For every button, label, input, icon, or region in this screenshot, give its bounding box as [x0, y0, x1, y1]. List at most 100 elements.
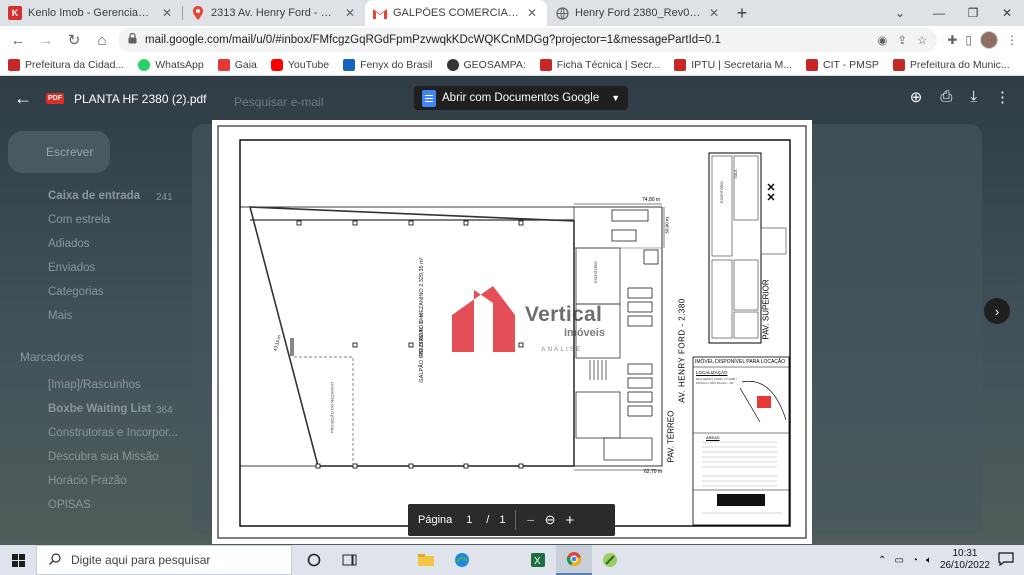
back-button[interactable]: ← [6, 28, 30, 52]
zoom-reset-icon[interactable]: ⊖ [545, 512, 556, 528]
bookmark-item[interactable]: Prefeitura da Cidad... [8, 58, 124, 71]
extensions-icon[interactable]: ✚ [947, 33, 957, 47]
forward-button[interactable]: → [34, 28, 58, 52]
edge-icon[interactable] [444, 545, 480, 575]
tab-title: Kenlo Imob - Gerenciamento Adi [28, 7, 154, 19]
sidebar-item-more: Mais [48, 310, 73, 322]
bookmark-item[interactable]: Prefeitura do Munic... [892, 58, 1010, 71]
window-close-button[interactable]: ✕ [990, 0, 1024, 26]
upper-room-label: SALA [734, 169, 738, 179]
tab-search-icon[interactable]: ⌄ [888, 0, 912, 26]
label-item: Boxbe Waiting List [48, 403, 152, 415]
close-icon[interactable]: ✕ [343, 6, 357, 20]
close-icon[interactable]: ✕ [160, 6, 174, 20]
network-icon[interactable]: ◔ [912, 555, 918, 566]
mezzanine-label: PROJEÇÃO DO MEZANINO [329, 381, 335, 434]
battery-icon[interactable]: ▭ [894, 555, 903, 566]
print-icon[interactable]: ⎙ [940, 88, 952, 106]
taskbar-apps: X [296, 545, 628, 575]
url-text: mail.google.com/mail/u/0/#inbox/FMfcgzGq… [145, 34, 721, 46]
upper-floor-label: PAV. SUPERIOR [761, 279, 771, 340]
browser-tab[interactable]: K Kenlo Imob - Gerenciamento Adi ✕ [0, 0, 182, 26]
browser-tab[interactable]: Henry Ford 2380_Rev00.cdr ✕ [547, 0, 729, 26]
windows-logo-icon [11, 553, 25, 567]
page-label: Página [418, 514, 453, 526]
notification-icon[interactable] [998, 552, 1016, 568]
star-icon[interactable]: ☆ [917, 33, 927, 47]
file-explorer-icon[interactable] [408, 545, 444, 575]
bookmark-item[interactable]: Gaia [217, 58, 257, 71]
eye-icon[interactable]: ◉ [877, 33, 887, 47]
dimension-bottom: 62,70 m [644, 469, 663, 475]
taskbar-clock[interactable]: 10:31 26/10/2022 [940, 548, 990, 572]
chevron-up-icon[interactable]: ⌃ [878, 555, 886, 566]
reload-button[interactable]: ↻ [62, 28, 86, 52]
bookmark-item[interactable]: IPTU | Secretaria M... [674, 58, 792, 71]
address-bar[interactable]: mail.google.com/mail/u/0/#inbox/FMfcgzGq… [118, 28, 938, 52]
chevron-down-icon[interactable]: ▼ [611, 93, 620, 103]
volume-icon[interactable]: 🔈︎ [926, 555, 932, 566]
sidebar-item-starred: Com estrela [48, 214, 110, 226]
pdf-actions: ⊕ ⎙ ⤓ ⋮ [910, 88, 1010, 106]
address-label: RUA HENRY FORD, Nº 2380 / MOOCA / SÃO PA… [696, 377, 737, 385]
open-with-docs-button[interactable]: Abrir com Documentos Google ▼ [414, 86, 629, 110]
youtube-icon [270, 58, 283, 71]
bookmark-item[interactable]: Ficha Técnica | Secr... [539, 58, 660, 71]
chrome-icon[interactable] [556, 545, 592, 575]
browser-tab[interactable]: 2313 Av. Henry Ford - Google M ✕ [183, 0, 365, 26]
bookmark-label: CIT - PMSP [823, 58, 879, 71]
minimize-button[interactable]: — [922, 0, 956, 26]
new-tab-button[interactable]: + [729, 0, 755, 26]
label-item: Descubra sua Missão [48, 451, 159, 463]
browser-tab-active[interactable]: GALPÕES COMERCIAIS AV. HENR ✕ [365, 0, 547, 26]
cortana-icon[interactable] [296, 545, 332, 575]
sidepanel-icon[interactable]: ▯ [965, 33, 972, 47]
avatar[interactable] [980, 31, 998, 49]
window-controls: — ❐ ✕ [922, 0, 1024, 26]
coreldraw-icon[interactable] [592, 545, 628, 575]
home-button[interactable]: ⌂ [90, 28, 114, 52]
close-icon[interactable]: ✕ [707, 6, 721, 20]
clock-date: 26/10/2022 [939, 560, 990, 571]
add-to-drive-icon[interactable]: ⊕ [910, 88, 923, 106]
maps-pin-icon [191, 6, 205, 20]
back-arrow-icon[interactable]: ← [14, 88, 36, 109]
inbox-count: 241 [156, 192, 173, 203]
taskbar-search[interactable]: Digite aqui para pesquisar [36, 545, 292, 575]
share-icon[interactable]: ⇪ [897, 33, 907, 47]
zoom-out-icon[interactable]: − [526, 512, 534, 528]
task-view-icon[interactable] [332, 545, 368, 575]
open-with-label: Abrir com Documentos Google [442, 92, 600, 104]
windows-taskbar: Digite aqui para pesquisar X ⌃ ▭ ◔ 🔈︎ 10… [0, 545, 1024, 575]
menu-kebab-icon[interactable]: ⋮ [1006, 33, 1018, 47]
sidebar-item-categories: Categorias [48, 286, 104, 298]
gmail-icon [373, 6, 387, 20]
bookmark-item[interactable]: Fenyx do Brasil [343, 58, 433, 71]
compose-button: Escrever [8, 131, 110, 173]
bookmark-label: Fenyx do Brasil [360, 58, 433, 71]
available-label: IMÓVEL DISPONÍVEL PARA LOCAÇÃO [695, 359, 786, 365]
tab-title: Henry Ford 2380_Rev00.cdr [575, 7, 701, 19]
watermark-brand: Vertical [525, 303, 603, 326]
bookmark-item[interactable]: CIT - PMSP [806, 58, 879, 71]
bookmark-label: YouTube [287, 58, 330, 71]
next-attachment-button[interactable]: › [984, 298, 1010, 324]
page-current-input[interactable]: 1 [462, 514, 476, 526]
bookmark-label: Prefeitura do Munic... [909, 58, 1010, 71]
start-button[interactable] [0, 545, 36, 575]
sidebar-item-snoozed: Adiados [48, 238, 90, 250]
google-docs-icon [422, 89, 436, 107]
page-separator: / [486, 514, 490, 526]
bookmark-item[interactable]: WhatsApp [138, 58, 204, 71]
omnibox-icons: ◉ ⇪ ☆ [877, 33, 927, 47]
close-icon[interactable]: ✕ [525, 6, 539, 20]
bookmark-item[interactable]: GEOSAMPA: [446, 58, 526, 71]
more-options-icon[interactable]: ⋮ [995, 88, 1010, 106]
bookmark-item[interactable]: YouTube [270, 58, 330, 71]
bookmark-favicon-icon [539, 58, 552, 71]
maximize-button[interactable]: ❐ [956, 0, 990, 26]
download-icon[interactable]: ⤓ [970, 88, 977, 106]
zoom-in-icon[interactable]: + [566, 512, 575, 529]
globe-icon [446, 58, 459, 71]
excel-icon[interactable]: X [520, 545, 556, 575]
